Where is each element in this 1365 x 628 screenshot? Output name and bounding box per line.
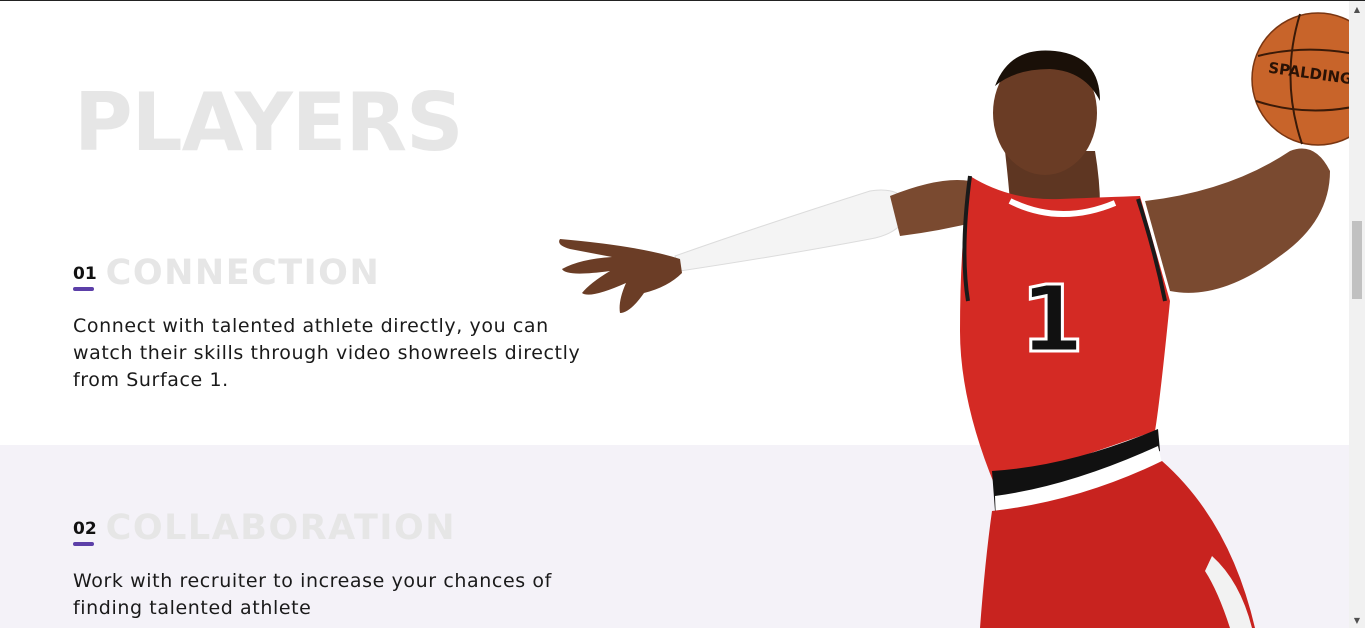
feature-heading: 01 CONNECTION xyxy=(73,251,613,291)
jersey-number: 1 xyxy=(1020,266,1084,373)
vertical-scrollbar[interactable]: ▲ ▼ xyxy=(1349,1,1365,628)
scrollbar-thumb[interactable] xyxy=(1352,221,1362,299)
accent-underline xyxy=(73,287,94,291)
page-title: PLAYERS xyxy=(74,76,464,169)
feature-description: Connect with talented athlete directly, … xyxy=(73,315,581,391)
feature-description: Work with recruiter to increase your cha… xyxy=(73,570,552,619)
feature-heading: 02 COLLABORATION xyxy=(73,506,613,546)
basketball-player-image: SPALDING 1 xyxy=(559,12,1349,628)
scroll-down-icon[interactable]: ▼ xyxy=(1349,612,1365,628)
scroll-up-icon[interactable]: ▲ xyxy=(1349,1,1365,17)
accent-underline xyxy=(73,542,94,546)
feature-number: 01 xyxy=(73,264,97,284)
feature-title: CONNECTION xyxy=(105,253,381,293)
basketball-icon: SPALDING xyxy=(1251,12,1349,146)
feature-number-wrap: 02 xyxy=(73,521,97,546)
feature-collaboration: 02 COLLABORATION Work with recruiter to … xyxy=(73,506,613,622)
feature-connection: 01 CONNECTION Connect with talented athl… xyxy=(73,251,613,394)
feature-title: COLLABORATION xyxy=(105,508,456,548)
feature-number: 02 xyxy=(73,519,97,539)
feature-number-wrap: 01 xyxy=(73,266,97,291)
